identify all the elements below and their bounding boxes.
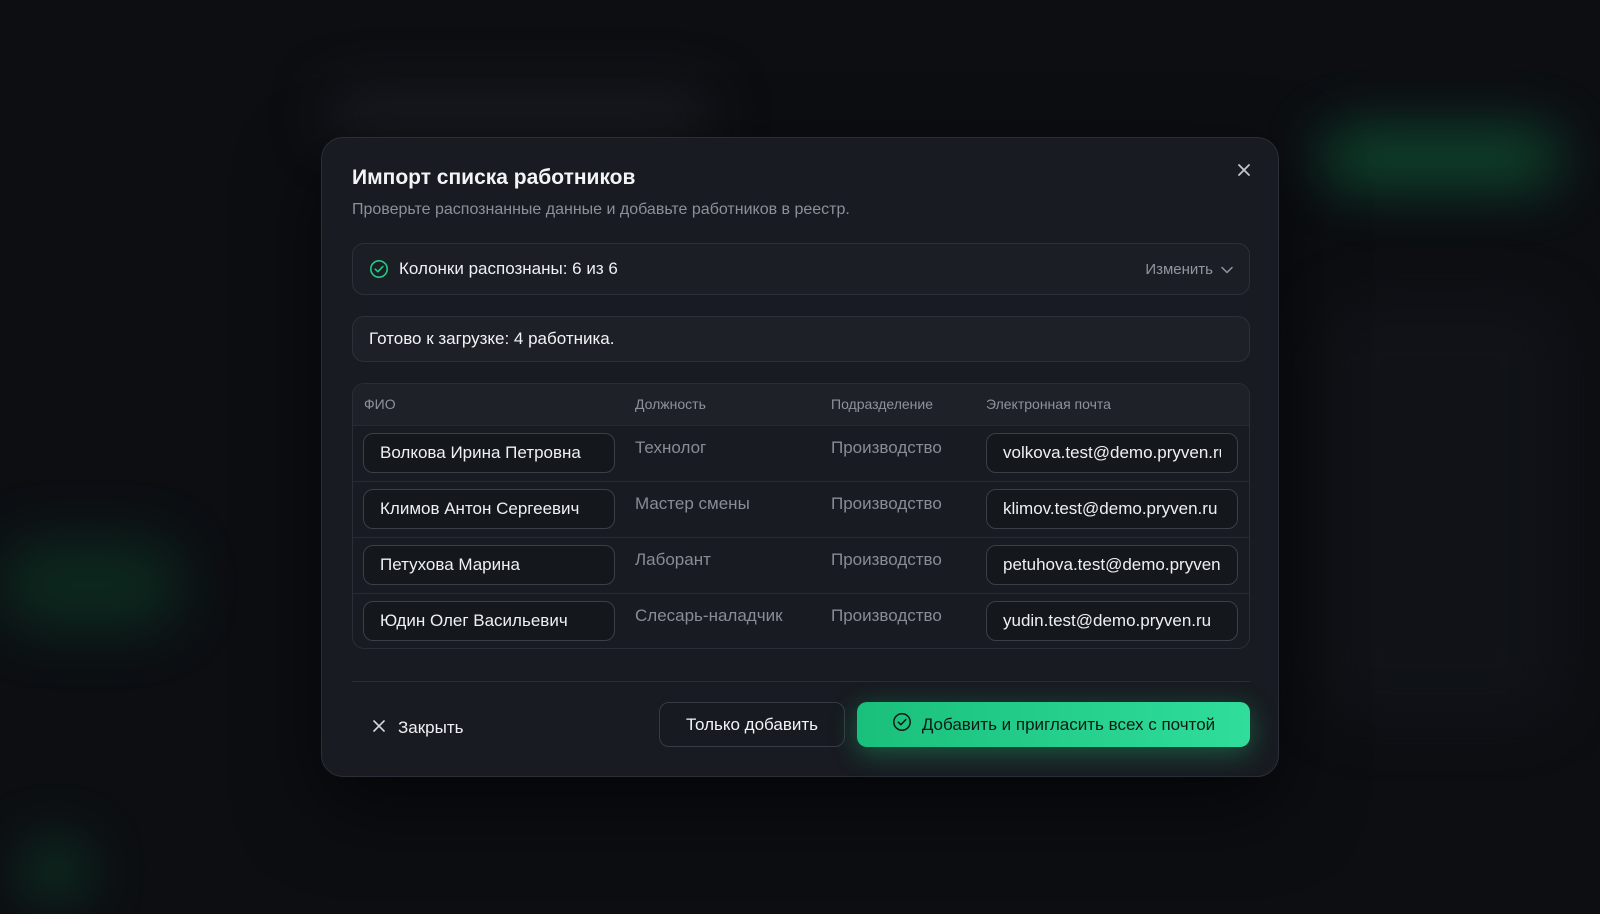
employees-table: ФИО Должность Подразделение Электронная … bbox=[352, 383, 1250, 649]
department-cell: Производство bbox=[831, 494, 942, 513]
department-cell: Производство bbox=[831, 438, 942, 457]
import-dialog: Импорт списка работников Проверьте распо… bbox=[321, 137, 1279, 777]
header-department: Подразделение bbox=[831, 396, 934, 412]
position-cell: Мастер смены bbox=[635, 494, 750, 513]
background-blur bbox=[20, 840, 90, 900]
columns-status: Колонки распознаны: 6 из 6 Изменить bbox=[352, 243, 1250, 295]
add-and-invite-button[interactable]: Добавить и пригласить всех с почтой bbox=[857, 702, 1250, 747]
background-blur bbox=[0, 540, 180, 630]
name-input[interactable] bbox=[363, 601, 615, 641]
table-row: Технолог Производство bbox=[353, 426, 1249, 482]
close-icon[interactable] bbox=[1232, 158, 1256, 182]
close-button[interactable]: Закрыть bbox=[372, 711, 463, 745]
only-add-button[interactable]: Только добавить bbox=[659, 702, 845, 747]
position-cell: Лаборант bbox=[635, 550, 711, 569]
email-input[interactable] bbox=[986, 601, 1238, 641]
position-cell: Технолог bbox=[635, 438, 707, 457]
header-name: ФИО bbox=[364, 396, 396, 412]
footer-divider bbox=[352, 681, 1250, 682]
dialog-title: Импорт списка работников bbox=[352, 166, 636, 189]
ready-status: Готово к загрузке: 4 работника. bbox=[352, 316, 1250, 362]
close-icon bbox=[372, 718, 386, 738]
table-header: ФИО Должность Подразделение Электронная … bbox=[353, 384, 1249, 426]
name-input[interactable] bbox=[363, 545, 615, 585]
header-email: Электронная почта bbox=[986, 396, 1111, 412]
table-row: Слесарь-наладчик Производство bbox=[353, 594, 1249, 648]
background-blur bbox=[1320, 300, 1560, 720]
columns-status-label: Колонки распознаны: 6 из 6 bbox=[399, 259, 618, 278]
change-columns-label: Изменить bbox=[1145, 260, 1213, 278]
close-button-label: Закрыть bbox=[398, 718, 464, 737]
email-input[interactable] bbox=[986, 433, 1238, 473]
name-input[interactable] bbox=[363, 433, 615, 473]
dialog-subtitle: Проверьте распознанные данные и добавьте… bbox=[352, 201, 850, 218]
add-and-invite-label: Добавить и пригласить всех с почтой bbox=[921, 714, 1216, 734]
table-row: Мастер смены Производство bbox=[353, 482, 1249, 538]
table-row: Лаборант Производство bbox=[353, 538, 1249, 594]
email-input[interactable] bbox=[986, 545, 1238, 585]
department-cell: Производство bbox=[831, 550, 942, 569]
check-circle-icon bbox=[892, 712, 912, 737]
header-position: Должность bbox=[635, 396, 706, 412]
background-blur bbox=[1320, 130, 1560, 186]
department-cell: Производство bbox=[831, 606, 942, 625]
name-input[interactable] bbox=[363, 489, 615, 529]
change-columns-button[interactable]: Изменить bbox=[1145, 261, 1233, 278]
check-circle-icon bbox=[369, 259, 389, 279]
chevron-down-icon bbox=[1221, 261, 1233, 278]
background-blur bbox=[330, 95, 710, 135]
email-input[interactable] bbox=[986, 489, 1238, 529]
position-cell: Слесарь-наладчик bbox=[635, 606, 783, 625]
